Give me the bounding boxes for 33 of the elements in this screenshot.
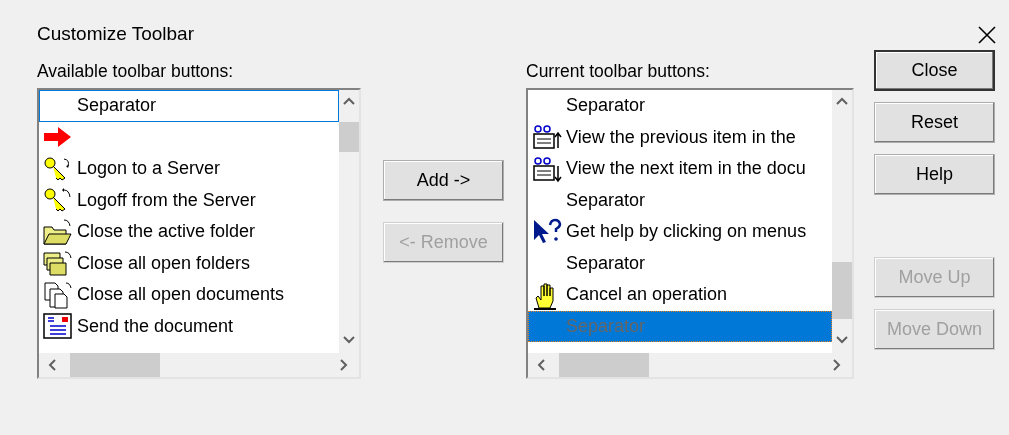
add-button[interactable]: Add ->: [383, 160, 504, 201]
list-item[interactable]: Logoff from the Server: [39, 184, 339, 216]
list-label: Available toolbar buttons:: [37, 60, 234, 82]
list-item[interactable]: Close the active folder: [39, 216, 339, 248]
list-item[interactable]: Separator: [528, 184, 832, 216]
horizontal-scrollbar[interactable]: [528, 353, 852, 377]
send-icon: [42, 311, 74, 342]
dialog-button[interactable]: Help: [874, 154, 995, 195]
window-title: Customize Toolbar: [37, 22, 194, 46]
list-item[interactable]: View the next item in the docu: [528, 153, 832, 185]
scrollbar-thumb[interactable]: [339, 122, 359, 152]
scrollbar-thumb[interactable]: [559, 353, 649, 377]
dialog-button[interactable]: Reset: [874, 102, 995, 143]
folders-icon: [42, 248, 74, 279]
list-item[interactable]: View the previous item in the: [528, 121, 832, 153]
folder-icon: [42, 216, 74, 247]
horizontal-scrollbar[interactable]: [39, 353, 359, 377]
scrollbar-thumb[interactable]: [832, 262, 852, 319]
list-item[interactable]: Get help by clicking on menus: [528, 216, 832, 248]
list-item[interactable]: Separator: [528, 247, 832, 279]
list-item[interactable]: Separator: [39, 90, 339, 122]
list-item[interactable]: Separator: [528, 90, 832, 122]
vertical-scrollbar[interactable]: [339, 90, 359, 353]
documents-icon: [42, 279, 74, 310]
list-item[interactable]: Close all open documents: [39, 279, 339, 311]
vertical-scrollbar[interactable]: [832, 90, 852, 353]
dialog-button[interactable]: Close: [874, 50, 995, 91]
list-item[interactable]: Cancel an operation: [528, 279, 832, 311]
list-label: Current toolbar buttons:: [526, 60, 710, 82]
list-item[interactable]: Close all open folders: [39, 247, 339, 279]
list-item[interactable]: Send the document: [39, 310, 339, 342]
scrollbar-thumb[interactable]: [70, 353, 160, 377]
list-item[interactable]: Logon to a Server: [39, 153, 339, 185]
